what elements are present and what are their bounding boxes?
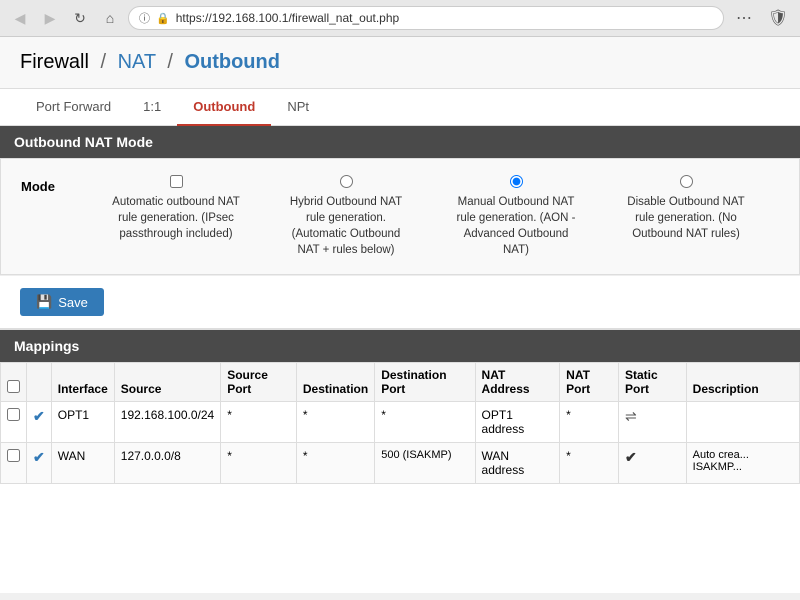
row1-interface-cell: OPT1 [51,402,114,443]
row2-destination-cell: * [296,443,374,484]
save-area: 💾 Save [0,275,800,328]
table-row: ✔ OPT1 192.168.100.0/24 * * * [1,402,800,443]
row1-shuffle-icon: ⇌ [625,408,637,424]
mode-option-manual: Manual Outbound NAT rule generation. (AO… [451,175,581,258]
mode-text-hybrid: Hybrid Outbound NAT rule generation. (Au… [281,194,411,258]
row1-source-port-cell: * [221,402,297,443]
breadcrumb-bar: Firewall / NAT / Outbound [0,37,800,89]
url-text: https://192.168.100.1/firewall_nat_out.p… [176,11,713,25]
row2-checkmark-icon: ✔ [625,449,637,465]
mode-option-hybrid: Hybrid Outbound NAT rule generation. (Au… [281,175,411,258]
shield-button[interactable]: 🛡 [764,6,792,30]
save-icon: 💾 [36,294,52,310]
mappings-table: Interface Source Source Port Destination… [0,362,800,484]
nat-mode-header: Outbound NAT Mode [0,126,800,158]
mode-text-disable: Disable Outbound NAT rule generation. (N… [621,194,751,242]
browser-chrome: ◀ ▶ ↻ ⌂ ⓘ 🔒 https://192.168.100.1/firewa… [0,0,800,37]
back-button[interactable]: ◀ [8,6,32,30]
tab-npt[interactable]: NPt [271,89,325,126]
browser-toolbar: ◀ ▶ ↻ ⌂ ⓘ 🔒 https://192.168.100.1/firewa… [0,0,800,36]
tab-port-forward[interactable]: Port Forward [20,89,127,126]
breadcrumb-firewall: Firewall [20,51,89,73]
row2-description-cell: Auto crea... ISAKMP... [686,443,799,484]
tab-1to1[interactable]: 1:1 [127,89,177,126]
breadcrumb-sep1: / [100,51,106,73]
row2-enabled-icon: ✔ [33,449,45,465]
mode-label: Mode [21,175,81,194]
row2-static-port-cell: ✔ [618,443,686,484]
row1-description-cell [686,402,799,443]
col-source-port: Source Port [221,363,297,402]
row1-nat-port-cell: * [560,402,619,443]
nat-mode-section: Mode Automatic outbound NAT rule generat… [0,158,800,275]
mappings-section: Mappings Interface Source Source Port [0,328,800,484]
row2-source-cell: 127.0.0.0/8 [114,443,220,484]
tabs-bar: Port Forward 1:1 Outbound NPt [0,89,800,126]
save-button[interactable]: 💾 Save [20,288,104,316]
breadcrumb-sep2: / [167,51,173,73]
mode-row: Mode Automatic outbound NAT rule generat… [21,175,779,258]
row1-source-cell: 192.168.100.0/24 [114,402,220,443]
col-destination-port: Destination Port [375,363,475,402]
breadcrumb: Firewall / NAT / Outbound [20,51,780,74]
forward-button[interactable]: ▶ [38,6,62,30]
row2-nat-port-cell: * [560,443,619,484]
mode-radio-hybrid[interactable] [340,175,353,188]
mappings-header: Mappings [0,330,800,362]
mode-radio-manual[interactable] [510,175,523,188]
col-checkbox [1,363,27,402]
col-static-port: Static Port [618,363,686,402]
mode-text-manual: Manual Outbound NAT rule generation. (AO… [451,194,581,258]
mode-checkbox-automatic[interactable] [170,175,183,188]
mode-text-automatic: Automatic outbound NAT rule generation. … [111,194,241,242]
col-enabled [27,363,52,402]
select-all-checkbox[interactable] [7,380,20,393]
row2-source-port-cell: * [221,443,297,484]
col-interface: Interface [51,363,114,402]
row2-nat-address-cell: WAN address [475,443,560,484]
table-header: Interface Source Source Port Destination… [1,363,800,402]
row1-checkbox-cell [1,402,27,443]
breadcrumb-current: Outbound [184,51,280,73]
row1-nat-address-cell: OPT1 address [475,402,560,443]
mode-options: Automatic outbound NAT rule generation. … [111,175,779,258]
row2-checkbox[interactable] [7,449,20,462]
browser-menu-button[interactable]: ⋯ [730,6,758,30]
mode-option-disable: Disable Outbound NAT rule generation. (N… [621,175,751,258]
refresh-button[interactable]: ↻ [68,6,92,30]
row1-enabled-icon: ✔ [33,408,45,424]
row1-destination-cell: * [296,402,374,443]
row1-checkbox[interactable] [7,408,20,421]
table-row: ✔ WAN 127.0.0.0/8 * * 500 (ISA [1,443,800,484]
page-content: Firewall / NAT / Outbound Port Forward 1… [0,37,800,593]
col-nat-port: NAT Port [560,363,619,402]
row1-dest-port-cell: * [375,402,475,443]
info-icon: ⓘ [139,10,150,26]
col-description: Description [686,363,799,402]
breadcrumb-nat-link[interactable]: NAT [118,51,162,73]
address-bar[interactable]: ⓘ 🔒 https://192.168.100.1/firewall_nat_o… [128,6,724,30]
col-destination: Destination [296,363,374,402]
col-source: Source [114,363,220,402]
row1-enabled-cell: ✔ [27,402,52,443]
row2-enabled-cell: ✔ [27,443,52,484]
row1-static-port-cell: ⇌ [618,402,686,443]
row2-interface-cell: WAN [51,443,114,484]
mode-option-automatic: Automatic outbound NAT rule generation. … [111,175,241,258]
home-button[interactable]: ⌂ [98,6,122,30]
lock-icon: 🔒 [156,12,170,25]
row2-checkbox-cell [1,443,27,484]
tab-outbound[interactable]: Outbound [177,89,271,126]
row2-dest-port-cell: 500 (ISAKMP) [375,443,475,484]
mode-radio-disable[interactable] [680,175,693,188]
col-nat-address: NAT Address [475,363,560,402]
